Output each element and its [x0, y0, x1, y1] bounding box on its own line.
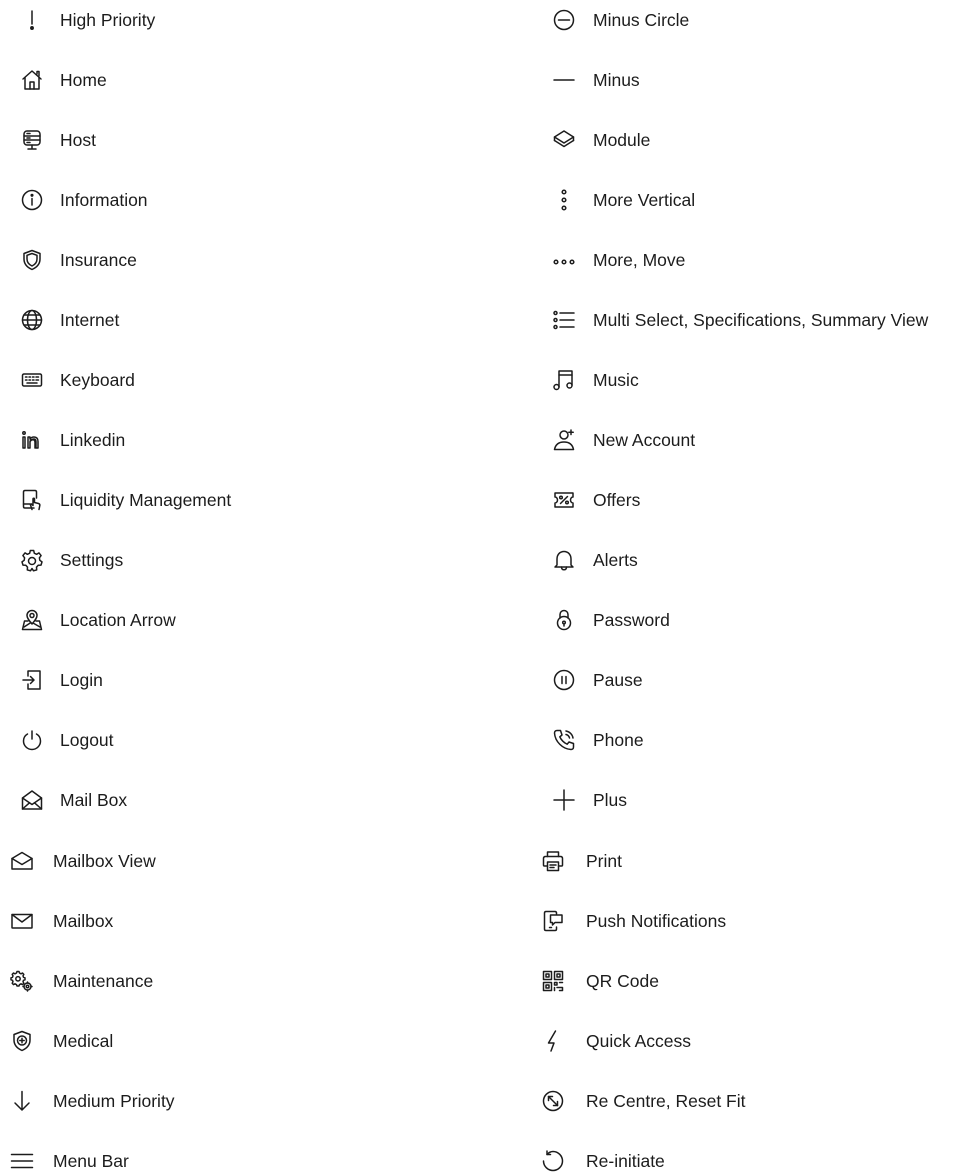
linkedin-icon [20, 428, 44, 452]
login-icon [20, 668, 44, 692]
pause-icon [552, 668, 576, 692]
re-initiate-icon [541, 1149, 565, 1173]
logout-icon [20, 728, 44, 752]
password-icon [552, 608, 576, 632]
icon-label: QR Code [586, 971, 659, 991]
icon-label: Pause [593, 670, 643, 690]
information-icon [20, 188, 44, 212]
medical-icon [10, 1029, 34, 1053]
internet-icon [20, 308, 44, 332]
host-icon [20, 128, 44, 152]
offers-icon [552, 488, 576, 512]
icon-label: Push Notifications [586, 911, 727, 931]
icon-label: Re-initiate [586, 1151, 665, 1171]
icon-label: Medical [53, 1031, 114, 1051]
module-icon [552, 128, 576, 152]
settings-icon [20, 548, 44, 572]
mail-box-icon [20, 788, 44, 812]
icon-label: Liquidity Management [60, 490, 232, 510]
print-icon [541, 849, 565, 873]
push-notifications-icon [541, 909, 565, 933]
keyboard-icon [20, 368, 44, 392]
icon-label: Plus [593, 790, 628, 810]
maintenance-icon [10, 969, 34, 993]
icon-label: Print [586, 851, 622, 871]
icon-label: High Priority [60, 10, 156, 30]
re-centre-icon [541, 1089, 565, 1113]
icon-label: Alerts [593, 550, 638, 570]
icon-label: Mail Box [60, 790, 128, 810]
new-account-icon [552, 428, 576, 452]
mailbox-icon [10, 909, 34, 933]
icon-label: Home [60, 70, 107, 90]
icon-label: Maintenance [53, 971, 154, 991]
icon-label: Phone [593, 730, 644, 750]
icon-label: Mailbox View [53, 851, 156, 871]
multi-select-icon [552, 308, 576, 332]
icon-label: Linkedin [60, 430, 126, 450]
insurance-icon [20, 248, 44, 272]
icon-label: Location Arrow [60, 610, 176, 630]
icon-label: Minus Circle [593, 10, 690, 30]
icon-label: Quick Access [586, 1031, 692, 1051]
icon-label: Password [593, 610, 670, 630]
icon-label: Re Centre, Reset Fit [586, 1091, 746, 1111]
high-priority-icon [20, 8, 44, 32]
icon-label: Multi Select, Specifications, Summary Vi… [593, 310, 929, 330]
icon-label: Medium Priority [53, 1091, 175, 1111]
quick-access-icon [541, 1029, 565, 1053]
icon-label: More Vertical [593, 190, 696, 210]
icon-label: Offers [593, 490, 641, 510]
minus-circle-icon [552, 8, 576, 32]
menu-bar-icon [10, 1149, 34, 1173]
icon-label: New Account [593, 430, 696, 450]
icon-label: Host [60, 130, 96, 150]
home-icon [20, 68, 44, 92]
phone-icon [552, 728, 576, 752]
music-icon [552, 368, 576, 392]
icon-label: Module [593, 130, 651, 150]
icon-label: Login [60, 670, 103, 690]
more-move-icon [552, 248, 576, 272]
icon-label: Logout [60, 730, 114, 750]
icon-label: Internet [60, 310, 120, 330]
more-vertical-icon [552, 188, 576, 212]
liquidity-management-icon [20, 488, 44, 512]
minus-icon [552, 68, 576, 92]
icon-label: Minus [593, 70, 640, 90]
medium-priority-icon [10, 1089, 34, 1113]
icon-label: Insurance [60, 250, 137, 270]
qr-code-icon [541, 969, 565, 993]
icon-label: Mailbox [53, 911, 114, 931]
plus-icon [552, 788, 576, 812]
icon-label: More, Move [593, 250, 686, 270]
alerts-icon [552, 548, 576, 572]
icon-label: Keyboard [60, 370, 135, 390]
icon-label: Settings [60, 550, 124, 570]
icon-label: Information [60, 190, 148, 210]
icon-label: Menu Bar [53, 1151, 129, 1171]
mailbox-view-icon [10, 849, 34, 873]
location-arrow-icon [20, 608, 44, 632]
icon-label: Music [593, 370, 639, 390]
